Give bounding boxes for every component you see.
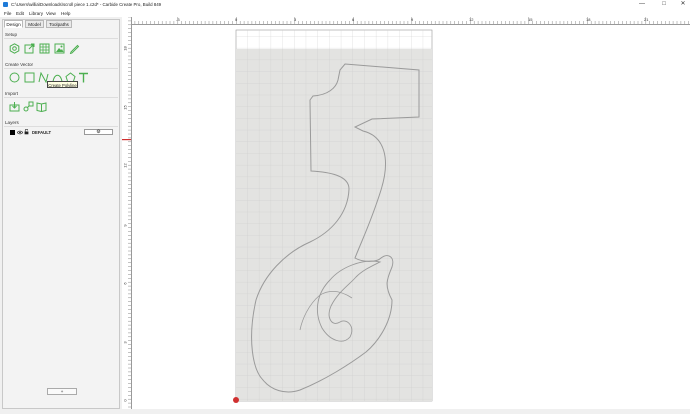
import-svg-icon[interactable] — [23, 101, 34, 112]
lock-icon[interactable] — [24, 129, 29, 135]
ruler-label: 0 — [122, 399, 128, 402]
tab-model[interactable]: Model — [25, 20, 44, 28]
ruler-label: 15 — [122, 105, 128, 110]
eye-icon[interactable] — [17, 130, 23, 135]
section-layers-title: Layers — [5, 120, 19, 125]
layer-name: DEFAULT — [32, 129, 51, 135]
canvas-drawing[interactable] — [132, 25, 690, 409]
ruler-label: 3 — [294, 17, 297, 22]
menu-bar: File Edit Library View Help — [0, 9, 690, 17]
section-create-vector-title: Create Vector — [5, 62, 34, 67]
menu-help[interactable]: Help — [61, 11, 70, 16]
library-book-icon[interactable] — [36, 101, 47, 112]
menu-file[interactable]: File — [4, 11, 11, 16]
cursor-position-marker — [122, 139, 131, 141]
text-icon[interactable] — [78, 72, 89, 83]
tab-toolpaths[interactable]: Toolpaths — [46, 20, 72, 28]
pencil-icon[interactable] — [69, 43, 80, 54]
ruler-label: 6 — [122, 282, 128, 285]
ruler-vertical: 18 15 12 9 6 3 0 — [122, 17, 132, 409]
origin-marker — [233, 397, 239, 403]
tab-design[interactable]: Design — [4, 20, 23, 28]
ruler-ticks-vertical — [122, 17, 131, 408]
menu-edit[interactable]: Edit — [16, 11, 24, 16]
ruler-label: 12 — [469, 17, 474, 22]
ruler-label: 15 — [528, 17, 533, 22]
divider — [4, 126, 118, 127]
close-icon[interactable]: ✕ — [678, 1, 688, 8]
divider — [4, 97, 118, 98]
ruler-horizontal: -3 0 3 6 9 12 15 18 21 — [131, 17, 690, 25]
tooltip: Create Polyline — [47, 81, 78, 88]
image-icon[interactable] — [54, 43, 65, 54]
ruler-label: 3 — [122, 341, 128, 344]
divider — [4, 68, 118, 69]
add-layer-button[interactable]: + — [47, 388, 77, 395]
layer-color-swatch[interactable] — [10, 129, 15, 135]
ruler-label: 18 — [122, 46, 128, 51]
ruler-label: 21 — [644, 17, 649, 22]
ruler-label: 18 — [586, 17, 591, 22]
ruler-label: 9 — [411, 17, 414, 22]
section-import-title: Import — [5, 91, 19, 96]
ruler-label: 9 — [122, 224, 128, 227]
circle-icon[interactable] — [9, 72, 20, 83]
import-file-icon[interactable] — [9, 101, 20, 112]
menu-view[interactable]: View — [46, 11, 56, 16]
ruler-label: 12 — [122, 163, 128, 168]
section-setup-title: Setup — [5, 32, 18, 37]
design-canvas[interactable] — [132, 25, 690, 409]
grid-icon[interactable] — [39, 43, 50, 54]
minimize-icon[interactable]: — — [637, 1, 647, 8]
window-title: C:\Users\willia\Downloads\scroll piece 1… — [11, 2, 162, 7]
maximize-icon[interactable]: □ — [659, 1, 669, 8]
layer-settings-button[interactable]: ⚙ — [84, 129, 113, 135]
workpiece-icon[interactable] — [24, 43, 35, 54]
divider — [4, 38, 118, 39]
title-bar: C:\Users\willia\Downloads\scroll piece 1… — [0, 0, 690, 9]
ruler-label: 0 — [235, 17, 238, 22]
app-icon — [3, 1, 8, 7]
ruler-label: -3 — [176, 17, 180, 22]
ruler-label: 6 — [352, 17, 355, 22]
grid-overlay — [236, 30, 432, 401]
menu-library[interactable]: Library — [29, 11, 43, 16]
job-setup-icon[interactable] — [9, 43, 20, 54]
rectangle-icon[interactable] — [24, 72, 35, 83]
